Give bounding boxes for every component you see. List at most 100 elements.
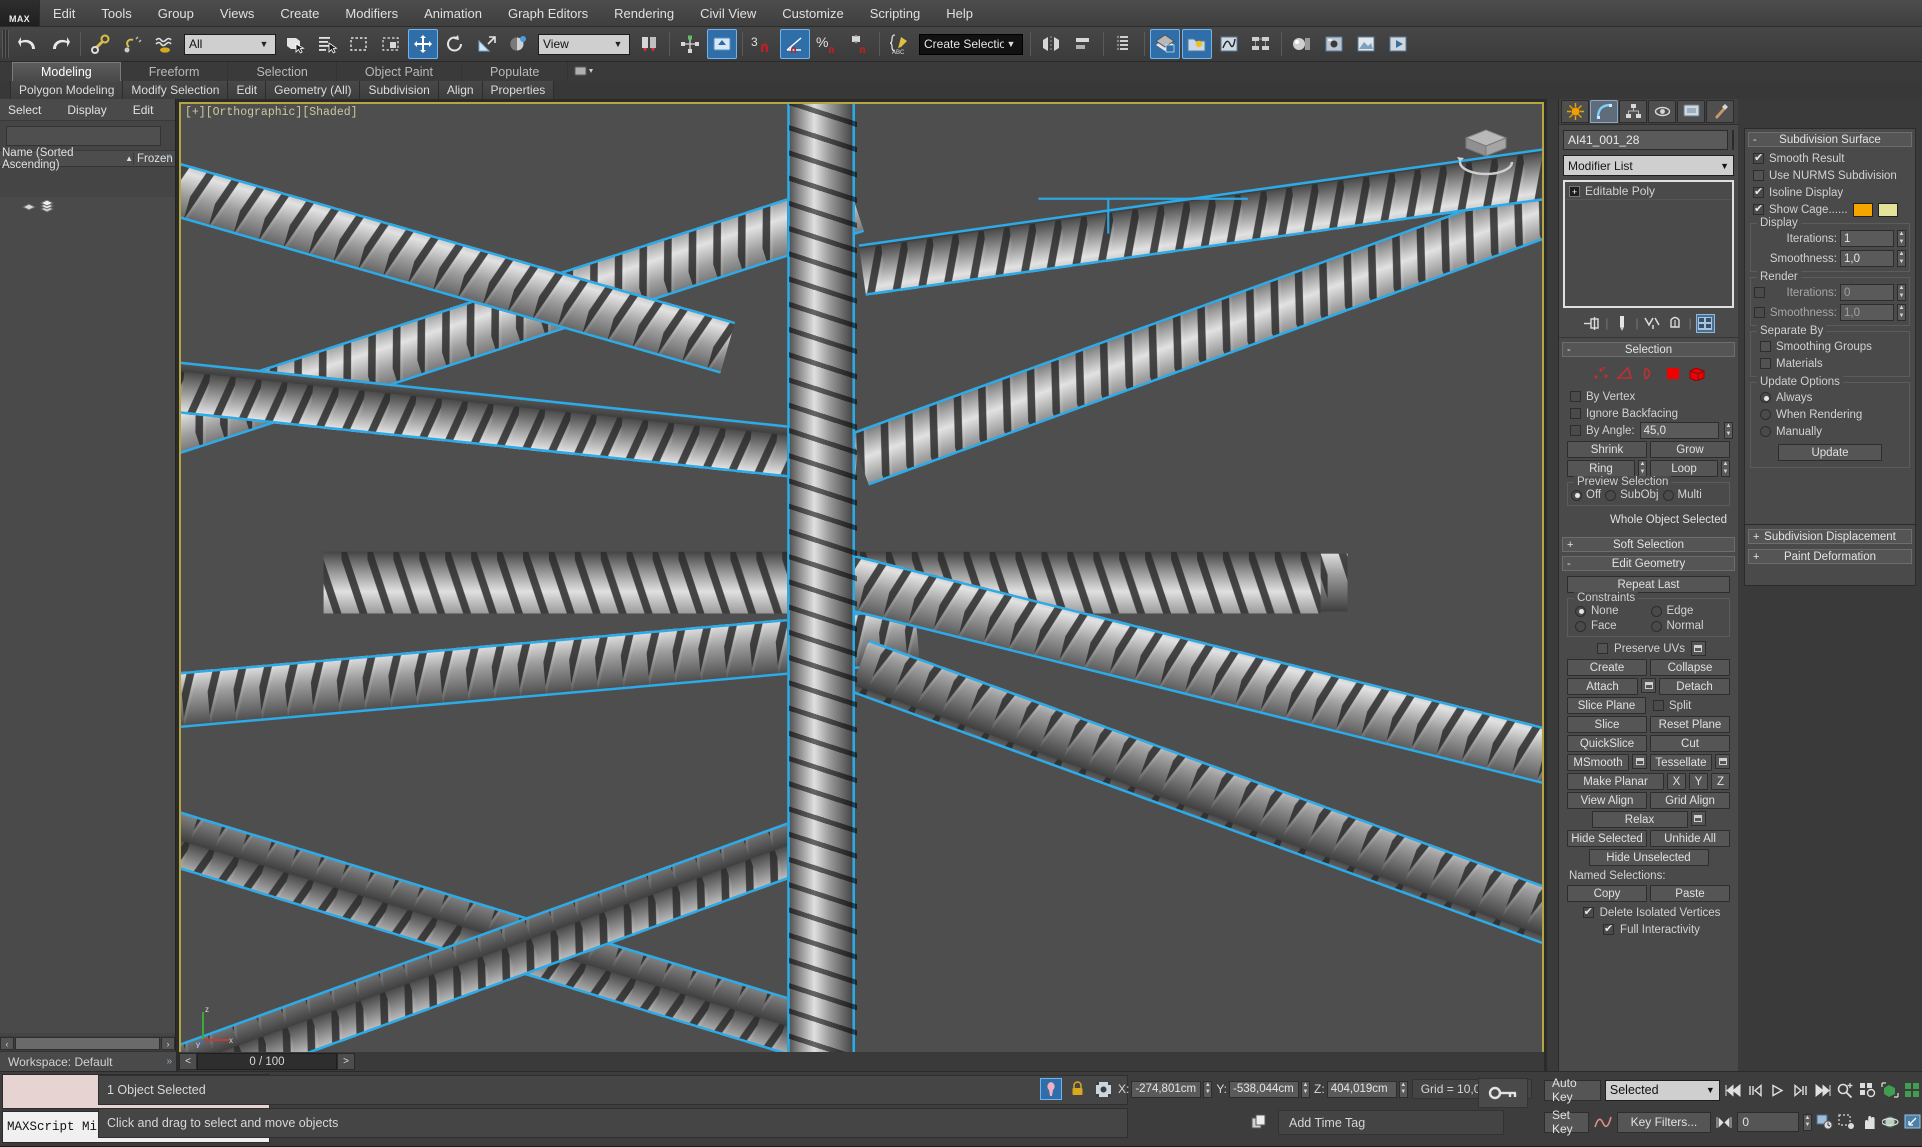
display-iterations-value[interactable]: 1 [1840, 230, 1894, 247]
grow-button[interactable]: Grow [1650, 441, 1730, 458]
render-smoothness-value[interactable]: 1,0 [1840, 304, 1894, 321]
by-angle-value[interactable]: 45,0 [1639, 422, 1719, 439]
play-animation-icon[interactable] [1769, 1079, 1787, 1101]
zoom-extents-icon[interactable] [1881, 1079, 1899, 1101]
ribbon-panel-align[interactable]: Align [438, 81, 483, 99]
preserve-uvs-row[interactable]: Preserve UVs [1564, 640, 1733, 657]
relax-button[interactable]: Relax [1591, 811, 1688, 828]
menu-rendering[interactable]: Rendering [601, 0, 687, 26]
coord-z-spinner[interactable]: ▲ ▼ [1398, 1080, 1408, 1098]
snaps-toggle-3-icon[interactable]: 3 [748, 29, 778, 59]
isolate-selection-icon[interactable] [1092, 1078, 1114, 1100]
object-name-input[interactable] [1563, 130, 1728, 150]
percent-snap-toggle-icon[interactable]: % [812, 29, 842, 59]
grid-align-button[interactable]: Grid Align [1650, 792, 1730, 809]
key-mode-combo[interactable]: Selected ▼ [1604, 1079, 1720, 1101]
set-key-button[interactable]: Set Key [1544, 1108, 1589, 1136]
smooth-result-row[interactable]: Smooth Result [1747, 150, 1913, 167]
hierarchy-tab-icon[interactable] [1619, 100, 1647, 123]
render-setup-icon[interactable] [1319, 29, 1349, 59]
menu-views[interactable]: Views [207, 0, 267, 26]
time-configuration-icon[interactable] [1816, 1111, 1834, 1133]
toolbar-grip[interactable] [2, 30, 9, 58]
coord-x-spinner[interactable]: ▲ ▼ [1203, 1080, 1213, 1098]
explorer-horizontal-scrollbar[interactable]: ‹ › [0, 1036, 175, 1051]
use-nurms-row[interactable]: Use NURMS Subdivision [1747, 167, 1913, 184]
tessellate-settings-icon[interactable] [1715, 754, 1730, 769]
ribbon-panel-edit[interactable]: Edit [228, 81, 267, 99]
msmooth-button[interactable]: MSmooth [1567, 754, 1629, 771]
view-align-button[interactable]: View Align [1567, 792, 1647, 809]
viewport-label[interactable]: [+][Orthographic][Shaded] [185, 106, 358, 119]
explorer-menu-display[interactable]: Display [67, 103, 106, 117]
constraint-none-radio[interactable] [1575, 605, 1586, 617]
menu-animation[interactable]: Animation [411, 0, 495, 26]
display-tab-icon[interactable] [1677, 100, 1705, 123]
explorer-menu-select[interactable]: Select [8, 103, 41, 117]
reset-plane-button[interactable]: Reset Plane [1650, 716, 1730, 733]
render-production-icon[interactable] [1383, 29, 1413, 59]
by-angle-row[interactable]: By Angle: 45,0 ▲ ▼ [1564, 422, 1733, 439]
collapse-icon[interactable]: - [1567, 558, 1571, 570]
create-tab-icon[interactable] [1561, 100, 1589, 123]
auto-key-button[interactable]: Auto Key [1544, 1076, 1601, 1104]
constraint-face-radio[interactable] [1575, 620, 1586, 632]
menu-help[interactable]: Help [933, 0, 986, 26]
materials-checkbox[interactable] [1760, 358, 1771, 369]
make-planar-x-button[interactable]: X [1667, 773, 1686, 790]
align-icon[interactable] [1068, 29, 1098, 59]
display-iterations-spinner[interactable]: ▲ ▼ [1897, 230, 1906, 247]
ribbon-panel-polygon-modeling[interactable]: Polygon Modeling [10, 81, 124, 99]
select-object-icon[interactable] [280, 29, 310, 59]
use-transform-center-icon[interactable] [707, 29, 737, 59]
viewport-3d-scene[interactable] [181, 104, 1542, 1061]
chevron-right-icon[interactable]: » [166, 1056, 172, 1067]
ring-spinner[interactable]: ▲ ▼ [1638, 460, 1647, 477]
current-frame-field[interactable]: 0 [1737, 1112, 1799, 1132]
bind-to-space-warp-icon[interactable] [150, 29, 180, 59]
explorer-menu-edit[interactable]: Edit [133, 103, 154, 117]
select-and-place-icon[interactable] [504, 29, 534, 59]
soft-selection-rollout-header[interactable]: + Soft Selection [1562, 537, 1735, 552]
go-to-end-icon[interactable] [1814, 1079, 1832, 1101]
isoline-display-checkbox[interactable] [1753, 185, 1764, 198]
constraint-normal-radio[interactable] [1650, 620, 1662, 632]
select-region-icon[interactable] [1838, 1111, 1856, 1133]
ribbon-panel-geometry-all[interactable]: Geometry (All) [266, 81, 361, 99]
copy-button[interactable]: Copy [1567, 885, 1647, 902]
modify-tab-icon[interactable] [1590, 100, 1618, 123]
curve-editor-icon[interactable] [1214, 29, 1244, 59]
render-iterations-spinner[interactable]: ▲ ▼ [1897, 284, 1906, 301]
time-tag-icon[interactable] [1248, 1112, 1270, 1132]
render-smoothness-spinner[interactable]: ▲ ▼ [1897, 304, 1906, 321]
loop-button[interactable]: Loop [1650, 460, 1718, 477]
make-planar-z-button[interactable]: Z [1711, 773, 1730, 790]
delete-isolated-vertices-row[interactable]: Delete Isolated Vertices [1564, 904, 1733, 921]
subdivision-displacement-header[interactable]: + Subdivision Displacement [1748, 529, 1912, 544]
ribbon-tab-populate[interactable]: Populate [462, 62, 569, 81]
menu-group[interactable]: Group [145, 0, 207, 26]
update-when-rendering-radio[interactable] [1760, 409, 1771, 420]
object-color-swatch[interactable] [1732, 130, 1734, 150]
full-interactivity-checkbox[interactable] [1603, 922, 1615, 935]
redo-icon[interactable] [45, 29, 75, 59]
create-button[interactable]: Create [1567, 659, 1647, 676]
preserve-uvs-checkbox[interactable] [1597, 643, 1609, 654]
expand-icon[interactable]: + [1753, 531, 1759, 543]
vertex-icon[interactable] [1592, 365, 1610, 381]
hide-selected-button[interactable]: Hide Selected [1567, 830, 1647, 847]
mirror-icon[interactable] [1036, 29, 1066, 59]
menu-tools[interactable]: Tools [88, 0, 144, 26]
paste-button[interactable]: Paste [1650, 885, 1730, 902]
cage-color-swatch-2[interactable] [1877, 202, 1898, 217]
by-angle-spinner[interactable]: ▲ ▼ [1724, 422, 1733, 439]
reference-coordinate-combo[interactable]: View ▼ [538, 33, 630, 55]
smooth-result-checkbox[interactable] [1753, 151, 1764, 164]
next-frame-icon[interactable] [1791, 1079, 1809, 1101]
ribbon-tab-modeling[interactable]: Modeling [12, 62, 121, 81]
attach-button[interactable]: Attach [1567, 678, 1638, 695]
current-frame-spinner[interactable]: ▲ ▼ [1803, 1113, 1812, 1131]
preserve-uvs-settings-icon[interactable] [1690, 641, 1706, 656]
expand-icon[interactable]: + [1753, 551, 1759, 563]
coord-z-value[interactable]: 404,019cm [1326, 1080, 1397, 1098]
